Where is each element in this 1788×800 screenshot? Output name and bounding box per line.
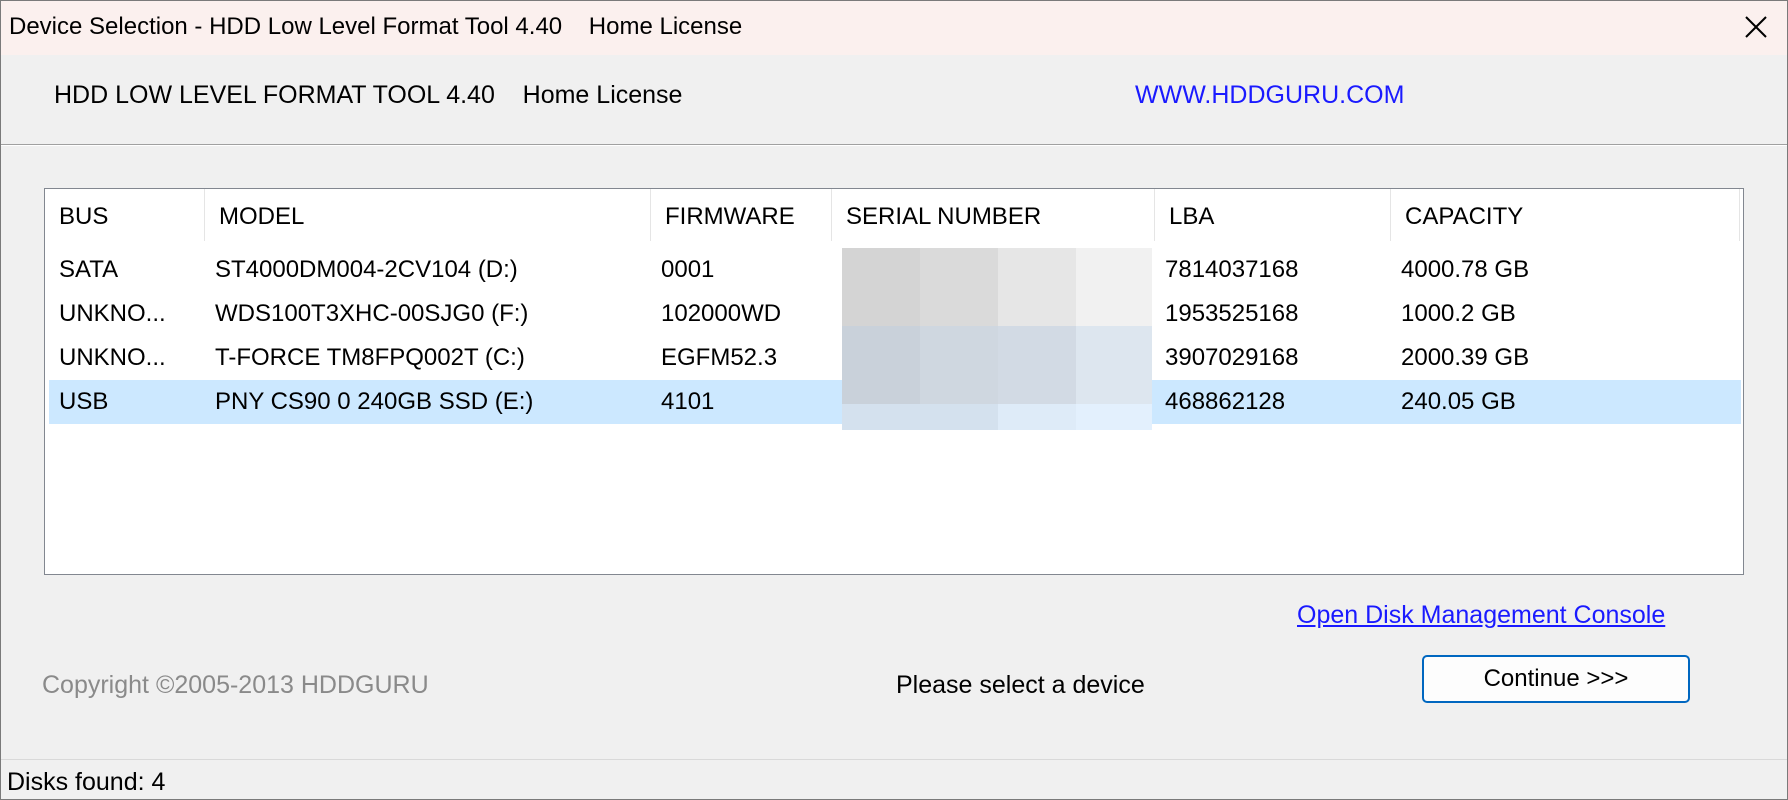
cell-model: ST4000DM004-2CV104 (D:) xyxy=(215,256,518,283)
column-header-model[interactable]: MODEL xyxy=(205,189,651,241)
cell-bus: USB xyxy=(59,388,109,415)
mosaic-tile xyxy=(920,248,998,326)
mosaic-tile xyxy=(842,248,920,326)
cell-model: PNY CS90 0 240GB SSD (E:) xyxy=(215,388,534,415)
mosaic-tile xyxy=(842,326,920,404)
close-icon xyxy=(1745,16,1767,38)
device-list-table[interactable]: BUS MODEL FIRMWARE SERIAL NUMBER LBA CAP… xyxy=(44,188,1744,575)
mosaic-tile xyxy=(920,326,998,404)
mosaic-tile xyxy=(842,404,920,430)
disks-found-count: Disks found: 4 xyxy=(7,768,166,796)
device-selection-window: Device Selection - HDD Low Level Format … xyxy=(0,0,1788,800)
cell-lba: 3907029168 xyxy=(1165,344,1299,371)
website-link[interactable]: WWW.HDDGURU.COM xyxy=(1135,81,1404,110)
cell-capacity: 2000.39 GB xyxy=(1401,344,1530,371)
app-name: HDD LOW LEVEL FORMAT TOOL 4.40 Home Lice… xyxy=(54,81,683,109)
cell-bus: UNKNO... xyxy=(59,300,166,327)
cell-capacity: 240.05 GB xyxy=(1401,388,1516,415)
cell-firmware: 0001 xyxy=(661,256,715,283)
mosaic-tile xyxy=(1076,404,1152,430)
column-header-firmware[interactable]: FIRMWARE xyxy=(651,189,832,241)
cell-firmware: EGFM52.3 xyxy=(661,344,778,371)
cell-capacity: 1000.2 GB xyxy=(1401,300,1516,327)
column-header-capacity[interactable]: CAPACITY xyxy=(1391,189,1740,241)
column-header-bus[interactable]: BUS xyxy=(45,189,205,241)
column-header-serial-number[interactable]: SERIAL NUMBER xyxy=(832,189,1155,241)
copyright-text: Copyright ©2005-2013 HDDGURU xyxy=(42,671,429,699)
close-button[interactable] xyxy=(1723,1,1787,55)
cell-lba: 7814037168 xyxy=(1165,256,1299,283)
status-message: Please select a device xyxy=(896,671,1145,699)
mosaic-tile xyxy=(998,326,1076,404)
header-divider xyxy=(1,144,1787,146)
cell-model: WDS100T3XHC-00SJG0 (F:) xyxy=(215,300,529,327)
mosaic-tile xyxy=(998,404,1076,430)
mosaic-tile xyxy=(920,404,998,430)
open-disk-management-link[interactable]: Open Disk Management Console xyxy=(1297,601,1665,630)
cell-firmware: 102000WD xyxy=(661,300,782,327)
serial-number-redaction-mosaic xyxy=(842,248,1152,430)
cell-lba: 1953525168 xyxy=(1165,300,1299,327)
column-header-lba[interactable]: LBA xyxy=(1155,189,1391,241)
cell-model: T-FORCE TM8FPQ002T (C:) xyxy=(215,344,525,371)
mosaic-tile xyxy=(1076,326,1152,404)
cell-firmware: 4101 xyxy=(661,388,715,415)
mosaic-tile xyxy=(998,248,1076,326)
app-header: HDD LOW LEVEL FORMAT TOOL 4.40 Home Lice… xyxy=(1,55,1787,145)
window-title: Device Selection - HDD Low Level Format … xyxy=(9,13,743,40)
title-bar[interactable]: Device Selection - HDD Low Level Format … xyxy=(1,1,1787,55)
cell-bus: UNKNO... xyxy=(59,344,166,371)
table-header: BUS MODEL FIRMWARE SERIAL NUMBER LBA CAP… xyxy=(45,189,1743,241)
mosaic-tile xyxy=(1076,248,1152,326)
status-bar: Disks found: 4 xyxy=(1,759,1787,799)
cell-lba: 468862128 xyxy=(1165,388,1286,415)
continue-button[interactable]: Continue >>> xyxy=(1422,655,1690,703)
cell-bus: SATA xyxy=(59,256,119,283)
cell-capacity: 4000.78 GB xyxy=(1401,256,1530,283)
